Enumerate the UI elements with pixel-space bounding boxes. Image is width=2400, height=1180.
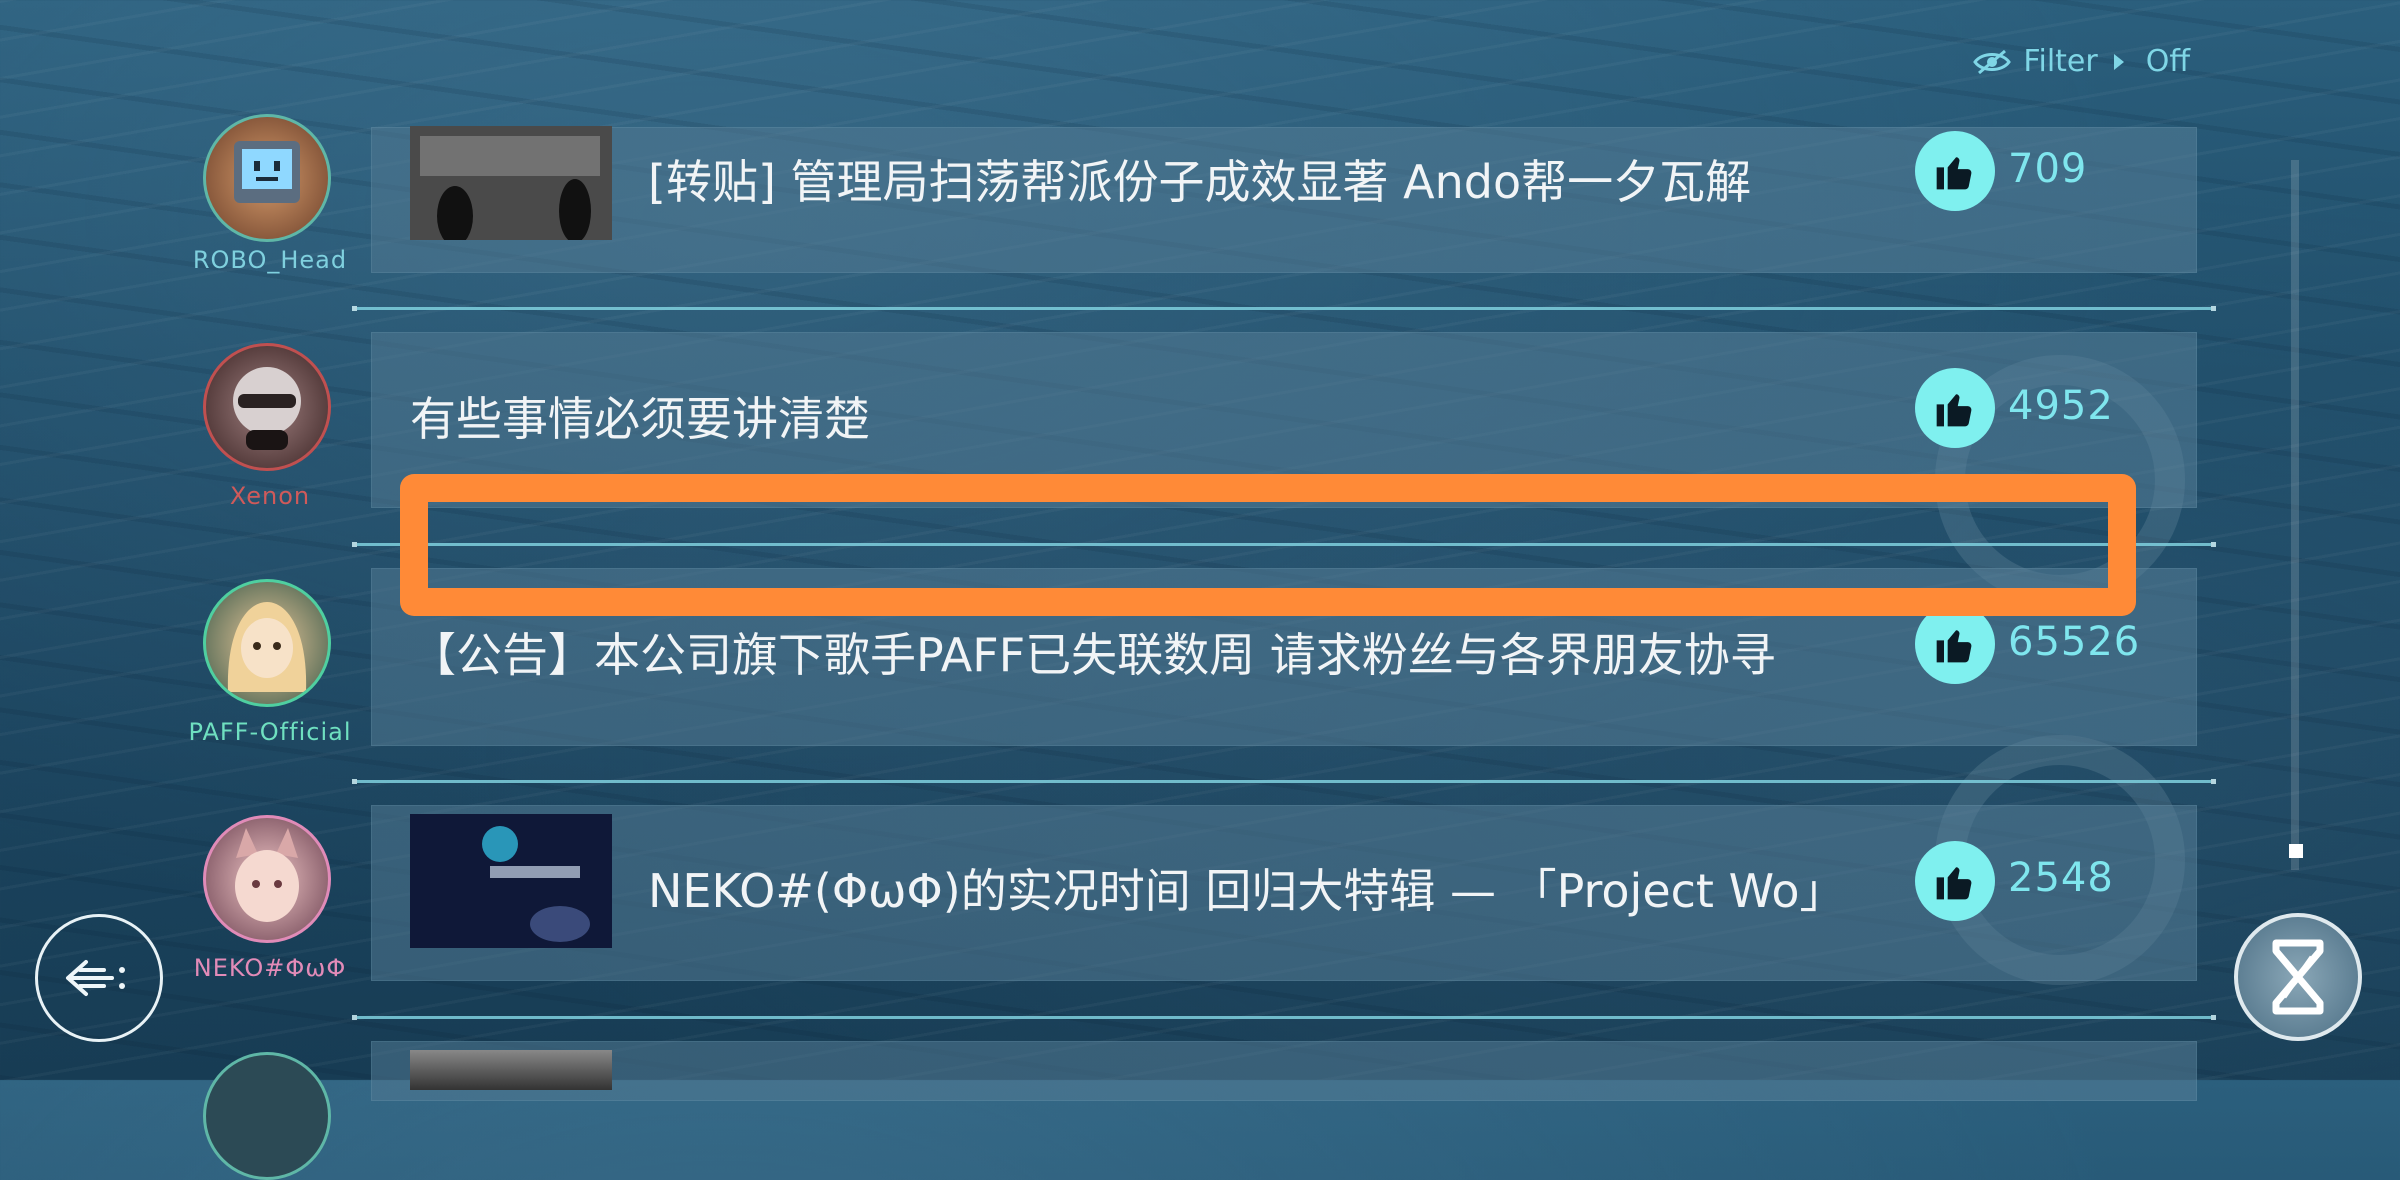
eye-off-icon: [1973, 49, 2012, 74]
thumbs-up-icon: [1936, 157, 1972, 190]
avatar-image: [233, 367, 301, 450]
row-separator: [352, 779, 2216, 784]
like-count: 4952: [2008, 383, 2114, 429]
like-button[interactable]: [1915, 368, 1995, 448]
post-thumbnail: [410, 126, 612, 240]
avatar-image: [227, 602, 307, 692]
username[interactable]: Xenon: [170, 482, 370, 510]
username[interactable]: ROBO_Head: [170, 246, 370, 274]
avatar-image: [235, 828, 299, 922]
post-card[interactable]: [371, 1041, 2197, 1101]
avatar-image: [234, 141, 300, 203]
xenon-avatar[interactable]: [203, 343, 331, 471]
like-button[interactable]: [1915, 604, 1995, 684]
avatar[interactable]: [203, 1052, 331, 1180]
post-thumbnail: [410, 814, 612, 948]
highlight-box: [400, 474, 2136, 616]
neko-avatar[interactable]: [203, 815, 331, 943]
app-logo-button[interactable]: [2234, 913, 2362, 1041]
back-arrow-icon: [66, 960, 125, 996]
like-button[interactable]: [1915, 841, 1995, 921]
like-count: 709: [2008, 146, 2088, 192]
like-count: 2548: [2008, 855, 2114, 901]
like-button[interactable]: [1915, 131, 1995, 211]
thumbs-up-icon: [1936, 867, 1972, 900]
back-button[interactable]: [35, 914, 163, 1042]
paff-avatar[interactable]: [203, 579, 331, 707]
row-separator: [352, 306, 2216, 311]
robo-head-avatar[interactable]: [203, 114, 331, 242]
post-title[interactable]: 有些事情必须要讲清楚: [410, 383, 870, 449]
post-title[interactable]: [转贴] 管理局扫荡帮派份子成效显著 Ando帮一夕瓦解: [648, 146, 1751, 212]
scrollbar-thumb[interactable]: [2289, 844, 2303, 858]
filter-label: Filter: [2023, 44, 2098, 79]
thumbs-up-icon: [1936, 394, 1972, 427]
filter-value: Off: [2145, 44, 2190, 79]
row-separator: [352, 1015, 2216, 1020]
thumbs-up-icon: [1936, 630, 1972, 663]
post-title[interactable]: NEKO#(ΦωΦ)的实况时间 回归大特辑 — 「Project Wo」: [648, 855, 1846, 921]
hourglass-logo-icon: [2272, 939, 2324, 1015]
post-thumbnail: [410, 1050, 612, 1090]
like-count: 65526: [2008, 619, 2141, 665]
filter-toggle[interactable]: Filter Off: [1973, 44, 2190, 79]
chevron-right-icon: [2113, 53, 2124, 70]
username[interactable]: NEKO#ΦωΦ: [170, 954, 370, 982]
username[interactable]: PAFF-Official: [170, 718, 370, 746]
post-title[interactable]: 【公告】本公司旗下歌手PAFF已失联数周 请求粉丝与各界朋友协寻: [410, 619, 1776, 685]
scrollbar-track[interactable]: [2291, 160, 2299, 870]
